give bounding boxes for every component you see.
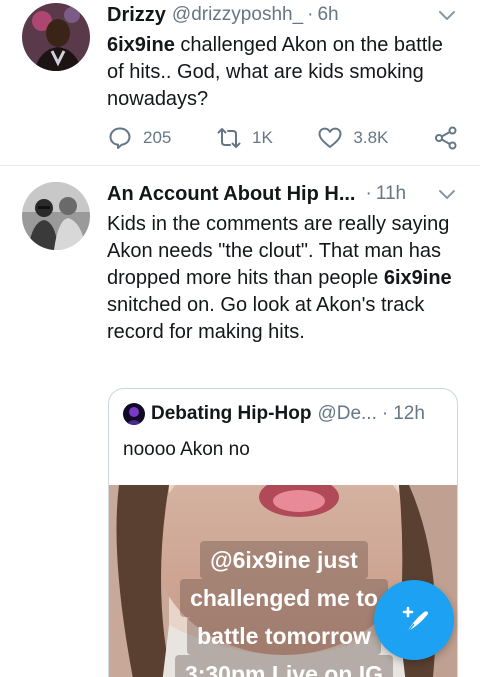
- tweet-text-post: snitched on. Go look at Akon's track rec…: [107, 294, 425, 343]
- tweet-actions: 205 1K 3.8K: [107, 122, 459, 154]
- display-name[interactable]: An Account About Hip H...: [107, 183, 356, 206]
- separator-dot: ·: [381, 403, 389, 424]
- separator-dot: ·: [307, 4, 314, 25]
- username[interactable]: @drizzyposhh_: [172, 4, 303, 26]
- reply-button[interactable]: 205: [107, 125, 171, 151]
- tweet-text: Kids in the comments are really saying A…: [107, 211, 452, 346]
- username: @De...: [317, 403, 377, 424]
- quoted-tweet-text: noooo Akon no: [123, 439, 250, 460]
- tweet-text: 6ix9ine challenged Akon on the battle of…: [107, 32, 452, 113]
- display-name[interactable]: Drizzy: [107, 4, 166, 27]
- mention-text: 6ix9ine: [107, 34, 175, 56]
- heart-icon: [318, 127, 342, 148]
- caption-line: battle tomorrow: [187, 617, 381, 655]
- share-icon: [434, 126, 457, 150]
- tweet-header: Drizzy @drizzyposhh_ · 6h: [107, 0, 460, 30]
- like-button[interactable]: 3.8K: [317, 125, 388, 151]
- avatar[interactable]: [22, 182, 90, 250]
- share-button[interactable]: [433, 125, 459, 151]
- caption-line: @6ix9ine just: [200, 541, 368, 579]
- tweet[interactable]: Drizzy @drizzyposhh_ · 6h 6ix9ine challe…: [0, 0, 480, 166]
- like-count: 3.8K: [353, 128, 389, 147]
- tweet-header: An Account About Hip H... · 11h: [107, 179, 460, 209]
- timestamp[interactable]: 11h: [376, 183, 406, 205]
- reply-count: 205: [143, 128, 172, 147]
- chevron-down-icon[interactable]: [436, 183, 458, 205]
- mention-text: 6ix9ine: [383, 267, 452, 289]
- avatar: [123, 403, 145, 425]
- compose-tweet-button[interactable]: [374, 580, 454, 660]
- caption-line: challenged me to: [180, 579, 388, 617]
- chevron-down-icon[interactable]: [436, 4, 458, 26]
- quoted-tweet-header: Debating Hip-Hop @De... · 12h: [123, 401, 447, 427]
- retweet-count: 1K: [251, 128, 273, 147]
- timestamp[interactable]: 6h: [317, 4, 338, 26]
- retweet-button[interactable]: 1K: [216, 125, 273, 151]
- reply-icon: [109, 127, 131, 149]
- display-name: Debating Hip-Hop: [151, 403, 312, 424]
- separator-dot: ·: [365, 183, 372, 204]
- avatar[interactable]: [22, 3, 90, 71]
- compose-icon: [402, 606, 428, 635]
- timestamp: 12h: [393, 403, 425, 424]
- caption-line: 3:30pm Live on IG: [174, 655, 394, 677]
- retweet-icon: [217, 128, 241, 148]
